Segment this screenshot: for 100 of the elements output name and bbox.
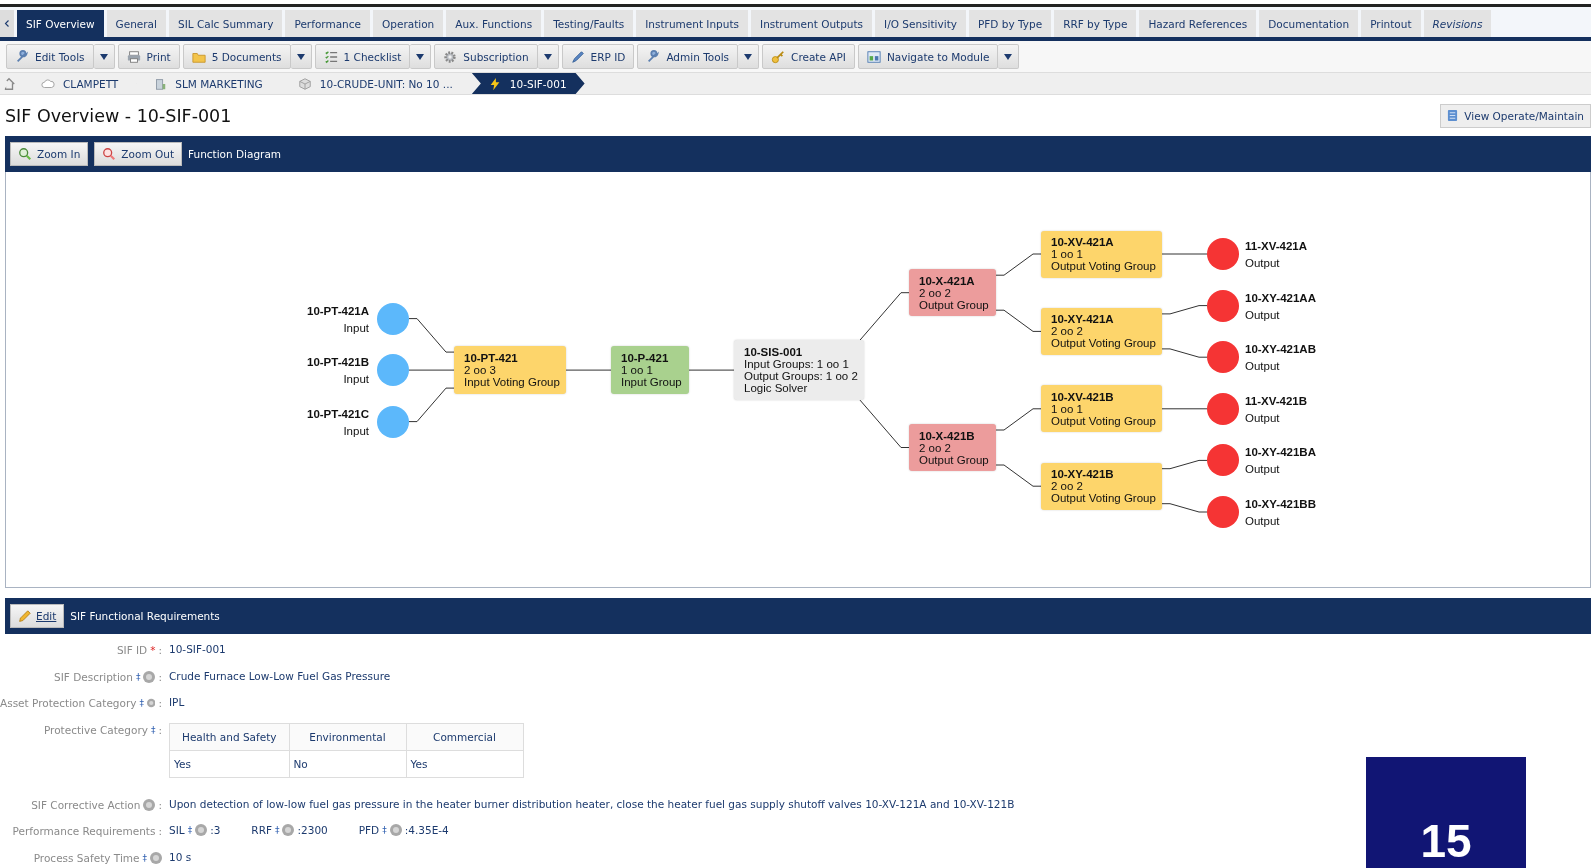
tab[interactable]: Documentation [1259, 10, 1359, 37]
field-label: Process Safety Time [33, 851, 140, 864]
input-node[interactable] [377, 302, 409, 335]
document-icon [1447, 109, 1459, 122]
dropdown-button[interactable] [290, 44, 312, 69]
toolbar-button[interactable]: Navigate to Module [857, 44, 999, 69]
slide-number: 15 [1366, 757, 1526, 868]
output-node[interactable] [1207, 289, 1239, 322]
metric-value: :3 [210, 824, 221, 836]
help-icon[interactable] [195, 824, 208, 836]
toolbar-button[interactable]: Subscription [434, 44, 538, 69]
dropdown-button[interactable] [998, 44, 1020, 69]
field-marker: ‡ [150, 724, 156, 735]
column-header: Health and Safety [169, 723, 289, 750]
toolbar-button[interactable]: ERP ID [561, 44, 635, 69]
dropdown-button[interactable] [410, 44, 432, 69]
help-icon[interactable] [143, 670, 156, 683]
output-node[interactable] [1207, 238, 1239, 270]
diagram-node[interactable]: 10-XY-421B 2 oo 2 Output Voting Group [1041, 462, 1162, 510]
toolbar-button[interactable]: Edit Tools [6, 44, 94, 69]
connector-line [408, 318, 455, 353]
connector-line [408, 387, 455, 423]
input-node[interactable] [377, 354, 409, 387]
tab[interactable]: I/O Sensitivity [875, 10, 966, 37]
tab[interactable]: SIL Calc Summary [168, 10, 283, 37]
tab[interactable]: Instrument Outputs [751, 10, 873, 37]
dropdown-button[interactable] [93, 44, 115, 69]
field-value: 10 s [169, 850, 192, 863]
tab[interactable]: Printout [1361, 10, 1421, 37]
field-label: SIF Corrective Action [31, 798, 141, 811]
diagram-node[interactable]: 10-X-421B 2 oo 2 Output Group [909, 424, 996, 471]
caret-icon [416, 53, 425, 60]
toolbar-button[interactable]: 5 Documents [182, 44, 291, 69]
breadcrumb-item[interactable]: 10-SIF-001 [471, 73, 585, 94]
diagram-node[interactable]: 10-X-421A 2 oo 2 Output Group [909, 269, 996, 317]
tab[interactable]: Aux. Functions [446, 10, 542, 37]
help-icon[interactable] [389, 824, 402, 836]
tab[interactable]: General [106, 10, 166, 37]
diagram-node[interactable]: 10-PT-421 2 oo 3 Input Voting Group [454, 346, 566, 395]
field-label: SIF Description [54, 670, 133, 683]
tab[interactable]: RRF by Type [1054, 10, 1137, 37]
diagram-node[interactable]: 10-XV-421B 1 oo 1 Output Voting Group [1041, 385, 1162, 433]
caret-icon [543, 53, 552, 60]
tab[interactable]: Performance [285, 10, 370, 37]
field-colon: : [158, 697, 162, 709]
toolbar-button[interactable]: Admin Tools [637, 44, 739, 69]
back-button[interactable] [0, 10, 14, 37]
toolbar-button[interactable]: 1 Checklist [314, 44, 411, 69]
tab[interactable]: SIF Overview [17, 10, 104, 37]
column-header: Commercial [406, 723, 523, 750]
output-node[interactable] [1207, 392, 1239, 425]
tab[interactable]: Operation [373, 10, 444, 37]
input-node[interactable] [377, 405, 409, 438]
panel-title: SIF Functional Requirements [70, 610, 220, 622]
field-value: Crude Furnace Low-Low Fuel Gas Pressure [169, 669, 391, 682]
field-colon: : [158, 670, 162, 683]
edit-button[interactable]: Edit [10, 604, 65, 628]
view-button[interactable]: View Operate/Maintain [1440, 103, 1591, 128]
output-node[interactable] [1207, 341, 1239, 374]
connector-line [408, 369, 455, 371]
tab[interactable]: PFD by Type [969, 10, 1052, 37]
toolbar-button[interactable]: Create API [762, 44, 855, 69]
zoom-button[interactable]: Zoom Out [94, 142, 182, 166]
diagram-node[interactable]: 10-XY-421A 2 oo 2 Output Voting Group [1041, 307, 1162, 355]
toolbar-button[interactable]: Print [117, 44, 180, 69]
help-icon[interactable] [143, 798, 156, 811]
node-name: 10-XY-421AA [1245, 291, 1316, 304]
zoom-button[interactable]: Zoom In [10, 142, 89, 166]
connector-line [1161, 253, 1208, 255]
tab[interactable]: Revisions [1423, 10, 1492, 37]
node-type: Input [343, 373, 369, 386]
diagram-node[interactable]: 10-XV-421A 1 oo 1 Output Voting Group [1041, 230, 1162, 278]
dropdown-button[interactable] [738, 44, 760, 69]
dropdown-button[interactable] [537, 44, 559, 69]
connector-line [859, 292, 910, 341]
field-marker: * [150, 644, 156, 656]
tab[interactable]: Instrument Inputs [636, 10, 749, 37]
help-icon[interactable] [282, 824, 295, 836]
diagram-node[interactable]: 10-SIS-001 Input Groups: 1 oo 1 Output Groups: 1 oo 2 Logic Solver [734, 340, 864, 401]
table-cell: Yes [169, 750, 289, 777]
node-name: 10-XY-421BB [1245, 498, 1316, 510]
module-icon [866, 49, 881, 64]
tab[interactable]: Hazard References [1139, 10, 1257, 37]
node-type: Output [1245, 515, 1280, 527]
help-icon[interactable] [146, 697, 156, 709]
help-icon[interactable] [150, 851, 162, 864]
field-value: Upon detection of low-low fuel gas pressure in the heater burner distribution heater, close the heater fuel gas supply shutoff valves 10-XV-121A and 10-XV-121B [169, 797, 1015, 810]
caret-icon [744, 53, 753, 60]
connector-line [995, 309, 1042, 332]
node-type: Output [1245, 463, 1280, 476]
node-type: Output [1245, 257, 1280, 269]
field-label: Asset Protection Category [0, 697, 137, 709]
output-node[interactable] [1207, 496, 1239, 528]
pen-icon [570, 49, 585, 64]
connector-line [1161, 459, 1208, 470]
output-node[interactable] [1207, 444, 1239, 477]
diagram-node[interactable]: 10-P-421 1 oo 1 Input Group [611, 346, 689, 395]
tab[interactable]: Testing/Faults [544, 10, 634, 37]
node-name: 10-PT-421C [307, 407, 369, 420]
gear-icon [443, 49, 458, 64]
